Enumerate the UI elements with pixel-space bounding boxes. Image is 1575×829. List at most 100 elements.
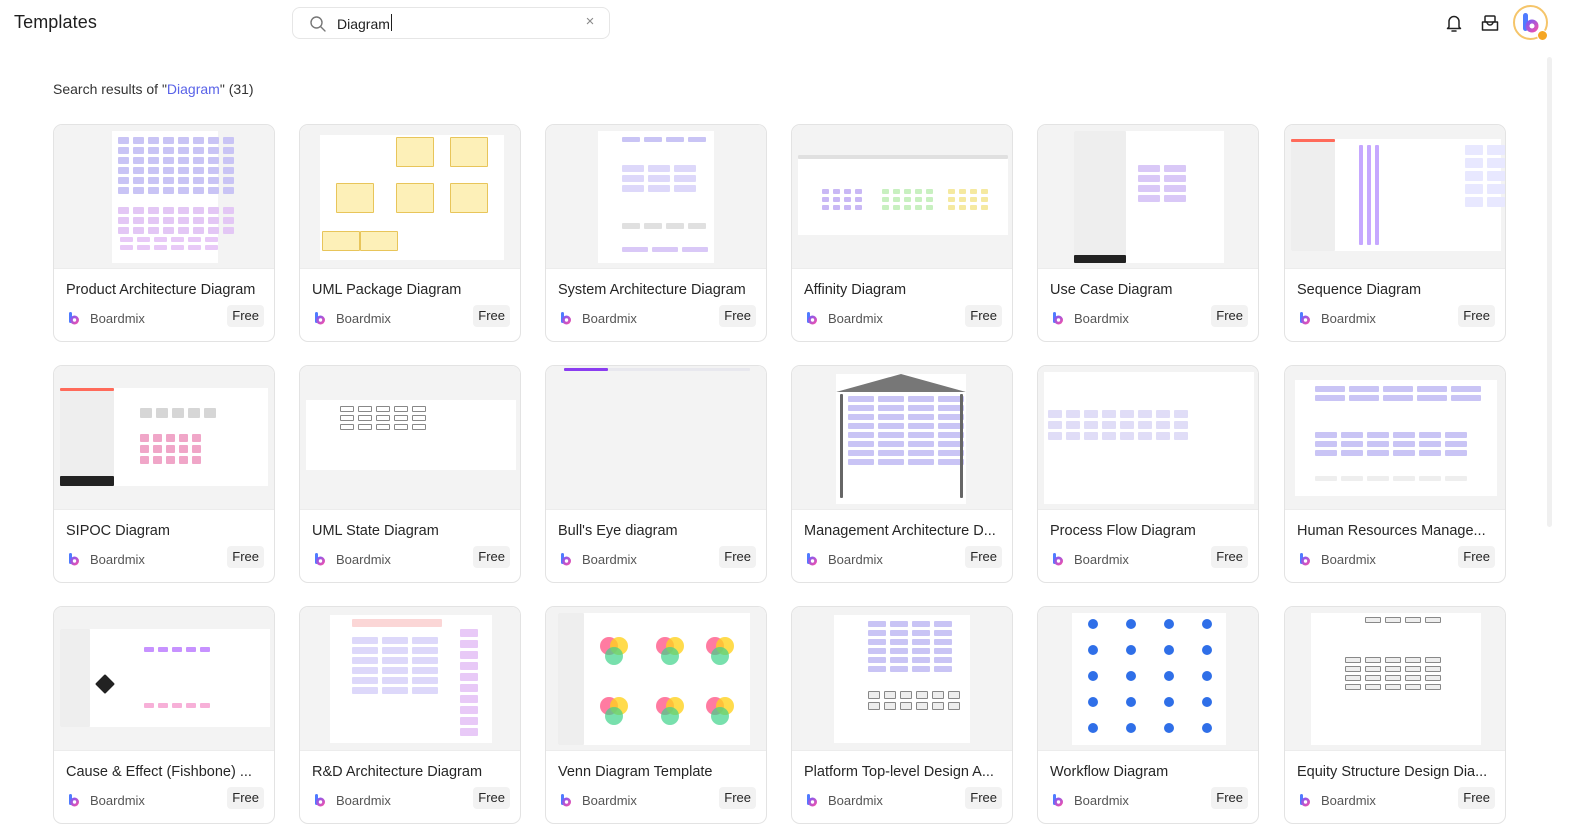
- template-card[interactable]: Equity Structure Design Dia... Boardmix Fr…: [1284, 606, 1506, 824]
- template-thumbnail[interactable]: [1038, 366, 1258, 510]
- price-badge: Free: [473, 305, 510, 327]
- template-author: Boardmix: [1297, 790, 1376, 810]
- boardmix-logo-icon: [1300, 553, 1310, 566]
- template-card[interactable]: Affinity Diagram Boardmix Free: [791, 124, 1013, 342]
- template-author: Boardmix: [804, 790, 883, 810]
- boardmix-logo-icon: [1300, 312, 1310, 325]
- template-author: Boardmix: [312, 308, 391, 328]
- template-author: Boardmix: [804, 549, 883, 569]
- results-query: Diagram: [166, 81, 220, 97]
- template-card[interactable]: R&D Architecture Diagram Boardmix Free: [299, 606, 521, 824]
- template-card[interactable]: Human Resources Manage... Boardmix Free: [1284, 365, 1506, 583]
- template-thumbnail[interactable]: [1038, 607, 1258, 751]
- price-badge: Free: [1458, 546, 1495, 568]
- template-card[interactable]: SIPOC Diagram Boardmix Free: [53, 365, 275, 583]
- template-thumbnail[interactable]: [546, 125, 766, 269]
- template-author: Boardmix: [1050, 790, 1129, 810]
- close-icon[interactable]: ×: [583, 13, 597, 31]
- template-thumbnail[interactable]: [1285, 607, 1505, 751]
- template-author: Boardmix: [1050, 549, 1129, 569]
- template-card[interactable]: Venn Diagram Template Boardmix Free: [545, 606, 767, 824]
- template-card[interactable]: Bull's Eye diagram Boardmix Free: [545, 365, 767, 583]
- price-badge: Free: [1211, 305, 1248, 327]
- template-card[interactable]: Platform Top-level Design A... Boardmix Fr…: [791, 606, 1013, 824]
- author-name: Boardmix: [582, 792, 637, 808]
- author-name: Boardmix: [90, 551, 145, 567]
- boardmix-logo-icon: [561, 312, 571, 325]
- template-thumbnail[interactable]: [54, 125, 274, 269]
- template-author: Boardmix: [1297, 549, 1376, 569]
- search-input[interactable]: [337, 13, 577, 35]
- text-caret: [391, 14, 392, 31]
- template-thumbnail[interactable]: [1285, 366, 1505, 510]
- author-name: Boardmix: [1074, 310, 1129, 326]
- template-card[interactable]: Cause & Effect (Fishbone) ... Boardmix Fre…: [53, 606, 275, 824]
- template-card[interactable]: System Architecture Diagram Boardmix Free: [545, 124, 767, 342]
- price-badge: Free: [1211, 546, 1248, 568]
- template-thumbnail[interactable]: [546, 607, 766, 751]
- template-author: Boardmix: [558, 549, 637, 569]
- template-title: R&D Architecture Diagram: [312, 764, 483, 780]
- template-author: Boardmix: [1050, 308, 1129, 328]
- template-title: Process Flow Diagram: [1050, 523, 1196, 539]
- template-thumbnail[interactable]: [54, 607, 274, 751]
- page-title: Templates: [14, 12, 97, 32]
- template-author: Boardmix: [66, 308, 145, 328]
- template-thumbnail[interactable]: [546, 366, 766, 510]
- template-thumbnail[interactable]: [300, 607, 520, 751]
- template-card[interactable]: Management Architecture D... Boardmix Free: [791, 365, 1013, 583]
- boardmix-logo-icon: [315, 553, 325, 566]
- template-card[interactable]: Sequence Diagram Boardmix Free: [1284, 124, 1506, 342]
- template-thumbnail[interactable]: [1038, 125, 1258, 269]
- template-thumbnail[interactable]: [792, 607, 1012, 751]
- template-author: Boardmix: [804, 308, 883, 328]
- scrollbar[interactable]: [1547, 57, 1552, 527]
- search-box[interactable]: [292, 7, 610, 39]
- template-thumbnail[interactable]: [792, 366, 1012, 510]
- template-card[interactable]: Use Case Diagram Boardmix Free: [1037, 124, 1259, 342]
- boardmix-logo-icon: [561, 794, 571, 807]
- boardmix-logo-icon: [69, 312, 79, 325]
- template-title: Bull's Eye diagram: [558, 523, 678, 539]
- template-title: Platform Top-level Design A...: [804, 764, 994, 780]
- author-name: Boardmix: [1074, 792, 1129, 808]
- price-badge: Free: [1458, 305, 1495, 327]
- boardmix-logo-icon: [807, 553, 817, 566]
- template-card[interactable]: UML State Diagram Boardmix Free: [299, 365, 521, 583]
- template-author: Boardmix: [1297, 308, 1376, 328]
- template-author: Boardmix: [558, 308, 637, 328]
- author-name: Boardmix: [828, 310, 883, 326]
- author-name: Boardmix: [828, 551, 883, 567]
- price-badge: Free: [227, 787, 264, 809]
- boardmix-logo-icon: [315, 794, 325, 807]
- boardmix-logo-icon: [561, 553, 571, 566]
- template-thumbnail[interactable]: [54, 366, 274, 510]
- price-badge: Free: [473, 787, 510, 809]
- author-name: Boardmix: [582, 551, 637, 567]
- bell-icon[interactable]: [1445, 13, 1463, 33]
- template-title: Human Resources Manage...: [1297, 523, 1486, 539]
- template-card[interactable]: UML Package Diagram Boardmix Free: [299, 124, 521, 342]
- author-name: Boardmix: [828, 792, 883, 808]
- price-badge: Free: [719, 305, 756, 327]
- boardmix-logo-icon: [807, 794, 817, 807]
- template-title: Cause & Effect (Fishbone) ...: [66, 764, 252, 780]
- template-thumbnail[interactable]: [1285, 125, 1505, 269]
- template-card[interactable]: Workflow Diagram Boardmix Free: [1037, 606, 1259, 824]
- template-author: Boardmix: [312, 790, 391, 810]
- price-badge: Free: [1458, 787, 1495, 809]
- template-card[interactable]: Product Architecture Diagram Boardmix Free: [53, 124, 275, 342]
- boardmix-logo-icon: [315, 312, 325, 325]
- price-badge: Free: [965, 546, 1002, 568]
- template-thumbnail[interactable]: [792, 125, 1012, 269]
- author-name: Boardmix: [336, 310, 391, 326]
- boardmix-logo-icon: [807, 312, 817, 325]
- price-badge: Free: [719, 546, 756, 568]
- template-thumbnail[interactable]: [300, 125, 520, 269]
- inbox-icon[interactable]: [1481, 14, 1499, 32]
- search-icon: [310, 16, 326, 32]
- template-card[interactable]: Process Flow Diagram Boardmix Free: [1037, 365, 1259, 583]
- template-title: Product Architecture Diagram: [66, 282, 256, 298]
- template-thumbnail[interactable]: [300, 366, 520, 510]
- price-badge: Free: [719, 787, 756, 809]
